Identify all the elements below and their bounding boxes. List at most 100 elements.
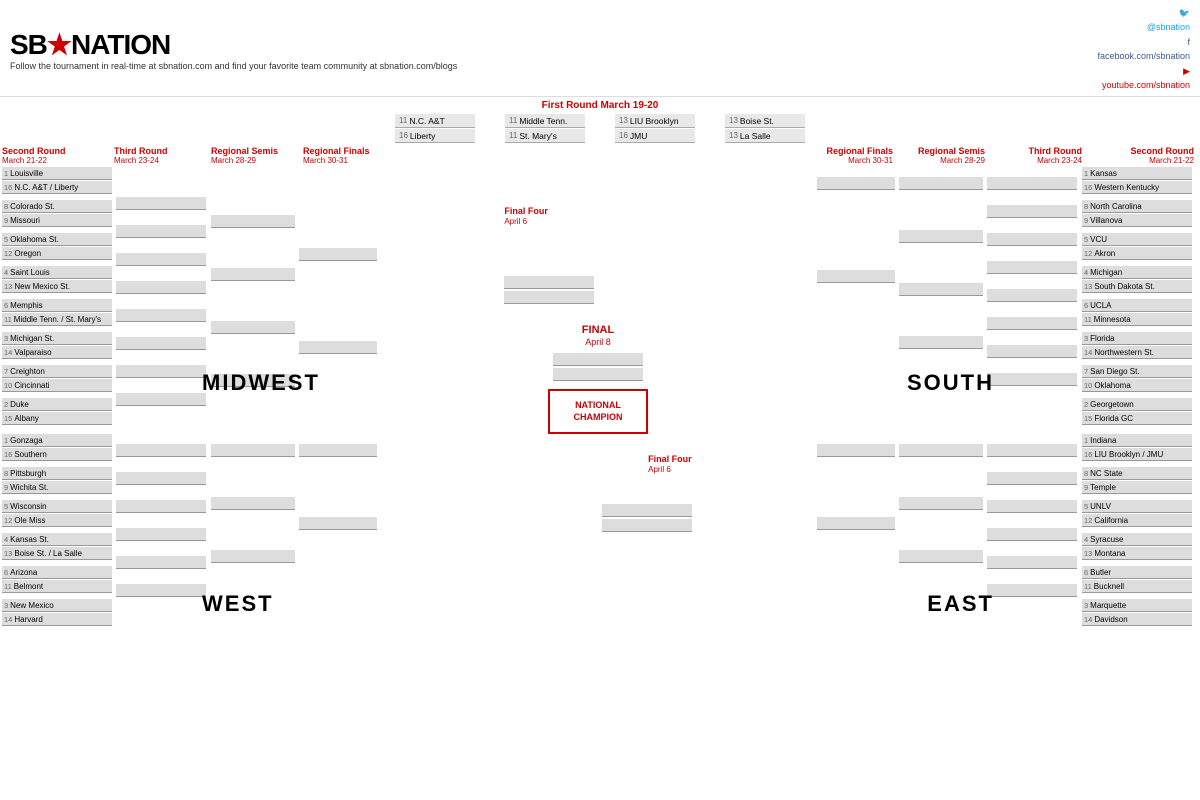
team-slot: 4Michigan — [1082, 266, 1192, 279]
team-slot: 14Davidson — [1082, 613, 1192, 626]
team-slot: 15Albany — [2, 412, 112, 425]
youtube-link[interactable]: ▶ youtube.com/sbnation — [1097, 64, 1190, 93]
bracket-slot — [116, 253, 206, 266]
playin-group-1: 11N.C. A&T 16Liberty — [395, 114, 475, 143]
bracket-slot — [987, 444, 1077, 457]
bracket-slot — [299, 444, 377, 457]
right-r3-label: Third Round March 23-24 — [987, 146, 1082, 165]
final-slot2 — [553, 368, 643, 381]
center-section: Final Four April 6 FINAL April 8 NATIONA… — [490, 146, 705, 627]
team-slot: 11Middle Tenn. / St. Mary's — [2, 313, 112, 326]
team-slot: 8NC State — [1082, 467, 1192, 480]
bracket-slot — [116, 225, 206, 238]
bracket-slot — [116, 472, 206, 485]
left-r3-label: Third Round March 23-24 — [114, 146, 209, 165]
left-r2-label: Second Round March 21-22 — [2, 146, 112, 165]
bracket-slot — [899, 550, 983, 563]
right-r5-label: Regional Finals March 30-31 — [808, 146, 893, 165]
left-r5-label: Regional Finals March 30-31 — [303, 146, 388, 165]
west-r1: 1Gonzaga16Southern8Pittsburgh9Wichita St… — [2, 434, 114, 627]
bracket-slot — [299, 517, 377, 530]
team-slot: 5Wisconsin — [2, 500, 112, 513]
bracket-slot — [987, 233, 1077, 246]
team-slot: 6UCLA — [1082, 299, 1192, 312]
bracket-slot — [987, 500, 1077, 513]
right-side: Second Round March 21-22 Third Round Mar… — [706, 146, 1194, 627]
team-slot: 4Saint Louis — [2, 266, 112, 279]
bracket-slot — [987, 317, 1077, 330]
first-round-label: First Round — [542, 100, 598, 111]
team-slot: 9Wichita St. — [2, 481, 112, 494]
south-r1: 1Kansas16Western Kentucky8North Carolina… — [1082, 167, 1194, 426]
team-slot: 11Bucknell — [1082, 580, 1192, 593]
bracket-slot — [116, 556, 206, 569]
playin-group-4: 13Boise St. 13La Salle — [725, 114, 805, 143]
facebook-link[interactable]: f facebook.com/sbnation — [1097, 35, 1190, 64]
bracket-slot — [116, 337, 206, 350]
playin-group-3: 13LIU Brooklyn 16JMU — [615, 114, 695, 143]
ff-right-label: Final Four April 6 — [648, 454, 692, 474]
national-champion-box: NATIONAL CHAMPION — [548, 389, 648, 434]
bracket-slot — [817, 517, 895, 530]
west-region: 1Gonzaga16Southern8Pittsburgh9Wichita St… — [2, 434, 490, 627]
bracket-slot — [116, 500, 206, 513]
east-r4 — [817, 434, 899, 627]
ff-left-slot2 — [504, 291, 594, 304]
site-logo: SB★NATION — [10, 28, 457, 61]
bracket-slot — [987, 472, 1077, 485]
team-slot: 12Ole Miss — [2, 514, 112, 527]
bracket-slot — [116, 584, 206, 597]
team-slot: 15Florida GC — [1082, 412, 1192, 425]
bracket-slot — [987, 205, 1077, 218]
team-slot: 14Harvard — [2, 613, 112, 626]
team-slot: 8North Carolina — [1082, 200, 1192, 213]
playin-slot: 16JMU — [615, 129, 695, 143]
left-side: Second Round March 21-22 Third Round Mar… — [2, 146, 490, 627]
south-r4 — [817, 167, 899, 426]
team-slot: 3Marquette — [1082, 599, 1192, 612]
star-icon: ★ — [47, 29, 71, 60]
twitter-link[interactable]: 🐦 @sbnation — [1097, 6, 1190, 35]
bracket-slot — [987, 289, 1077, 302]
team-slot: 3New Mexico — [2, 599, 112, 612]
midwest-region: 1Louisville16N.C. A&T / Liberty8Colorado… — [2, 167, 490, 426]
bracket-slot — [987, 528, 1077, 541]
team-slot: 11Belmont — [2, 580, 112, 593]
right-r4-label: Regional Semis March 28-29 — [895, 146, 985, 165]
ff-left-label: Final Four April 6 — [504, 206, 548, 226]
team-slot: 7San Diego St. — [1082, 365, 1192, 378]
team-slot: 13Montana — [1082, 547, 1192, 560]
bracket-slot — [899, 336, 983, 349]
team-slot: 12Akron — [1082, 247, 1192, 260]
national-champion-label: NATIONAL CHAMPION — [550, 400, 646, 423]
bracket-slot — [299, 248, 377, 261]
team-slot: 2Duke — [2, 398, 112, 411]
team-slot: 16Southern — [2, 448, 112, 461]
south-region-name: SOUTH — [907, 370, 994, 396]
playin-slot: 11N.C. A&T — [395, 114, 475, 128]
bracket-slot — [987, 373, 1077, 386]
team-slot: 16Western Kentucky — [1082, 181, 1192, 194]
midwest-r1: 1Louisville16N.C. A&T / Liberty8Colorado… — [2, 167, 114, 426]
playin-slot: 16Liberty — [395, 129, 475, 143]
team-slot: 5Oklahoma St. — [2, 233, 112, 246]
first-round-dates: March 19-20 — [601, 100, 659, 111]
ff-right-slot2 — [602, 519, 692, 532]
team-slot: 8Pittsburgh — [2, 467, 112, 480]
team-slot: 12California — [1082, 514, 1192, 527]
midwest-region-name: MIDWEST — [202, 370, 320, 396]
bracket-slot — [817, 444, 895, 457]
playin-group-2: 11Middle Tenn. 11St. Mary's — [505, 114, 585, 143]
team-slot: 4Syracuse — [1082, 533, 1192, 546]
bracket-slot — [116, 393, 206, 406]
team-slot: 16N.C. A&T / Liberty — [2, 181, 112, 194]
tagline: Follow the tournament in real-time at sb… — [10, 61, 457, 71]
playin-slot: 11Middle Tenn. — [505, 114, 585, 128]
team-slot: 9Temple — [1082, 481, 1192, 494]
west-r2 — [114, 434, 209, 627]
right-r2-label: Second Round March 21-22 — [1084, 146, 1194, 165]
bracket-slot — [211, 497, 295, 510]
team-slot: 7Creighton — [2, 365, 112, 378]
bracket-slot — [987, 261, 1077, 274]
playin-slot: 13Boise St. — [725, 114, 805, 128]
